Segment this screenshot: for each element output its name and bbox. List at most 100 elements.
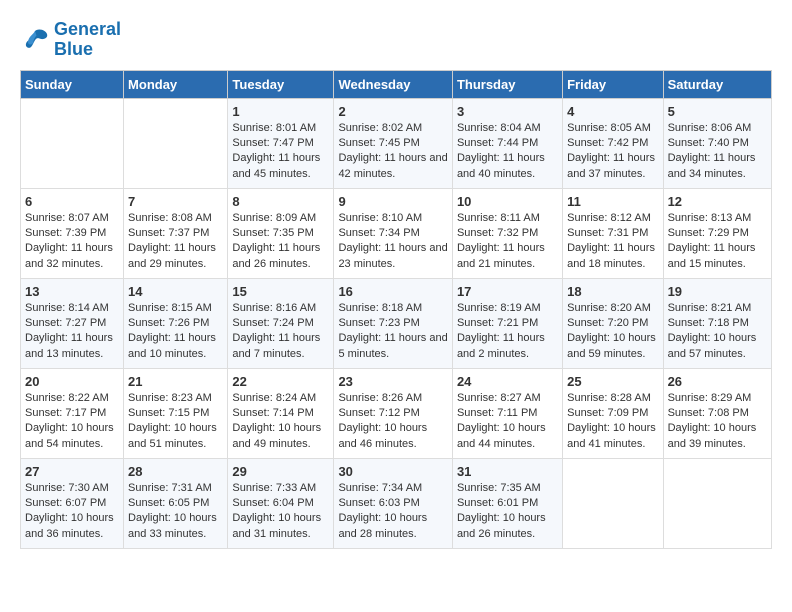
day-info-line: Sunrise: 8:21 AM <box>668 302 752 314</box>
calendar-cell: 15Sunrise: 8:16 AMSunset: 7:24 PMDayligh… <box>228 278 334 368</box>
day-info: Sunrise: 7:34 AMSunset: 6:03 PMDaylight:… <box>338 481 448 543</box>
day-number: 4 <box>567 104 658 119</box>
calendar-cell <box>21 98 124 188</box>
day-info-line: Daylight: 11 hours and 10 minutes. <box>128 332 216 359</box>
day-info-line: Sunset: 6:05 PM <box>128 497 209 509</box>
calendar-cell: 31Sunrise: 7:35 AMSunset: 6:01 PMDayligh… <box>452 458 562 548</box>
day-info: Sunrise: 8:23 AMSunset: 7:15 PMDaylight:… <box>128 391 223 453</box>
day-info-line: Daylight: 10 hours and 44 minutes. <box>457 422 546 449</box>
day-info: Sunrise: 8:29 AMSunset: 7:08 PMDaylight:… <box>668 391 767 453</box>
day-info-line: Sunrise: 8:12 AM <box>567 212 651 224</box>
day-info: Sunrise: 8:09 AMSunset: 7:35 PMDaylight:… <box>232 211 329 273</box>
day-info-line: Daylight: 10 hours and 39 minutes. <box>668 422 757 449</box>
day-number: 28 <box>128 464 223 479</box>
day-info-line: Sunset: 6:07 PM <box>25 497 106 509</box>
day-info: Sunrise: 8:21 AMSunset: 7:18 PMDaylight:… <box>668 301 767 363</box>
day-number: 3 <box>457 104 558 119</box>
calendar-cell: 10Sunrise: 8:11 AMSunset: 7:32 PMDayligh… <box>452 188 562 278</box>
day-info-line: Sunset: 7:40 PM <box>668 137 749 149</box>
calendar-cell: 12Sunrise: 8:13 AMSunset: 7:29 PMDayligh… <box>663 188 771 278</box>
day-info-line: Daylight: 10 hours and 33 minutes. <box>128 512 217 539</box>
day-info: Sunrise: 8:15 AMSunset: 7:26 PMDaylight:… <box>128 301 223 363</box>
day-info-line: Sunset: 7:39 PM <box>25 227 106 239</box>
day-info-line: Daylight: 11 hours and 34 minutes. <box>668 152 756 179</box>
day-info-line: Daylight: 11 hours and 23 minutes. <box>338 242 447 269</box>
day-info-line: Sunset: 7:09 PM <box>567 407 648 419</box>
day-info-line: Sunrise: 8:02 AM <box>338 122 422 134</box>
day-info-line: Daylight: 10 hours and 41 minutes. <box>567 422 656 449</box>
day-info: Sunrise: 8:12 AM Sunset: 7:31 PM Daylight:… <box>567 211 658 273</box>
day-info-line: Sunset: 7:23 PM <box>338 317 419 329</box>
day-header-friday: Friday <box>563 70 663 98</box>
day-info-line: Sunset: 6:01 PM <box>457 497 538 509</box>
day-info-line: Daylight: 11 hours and 18 minutes. <box>567 242 655 269</box>
day-info-line: Sunrise: 8:05 AM <box>567 122 651 134</box>
day-info-line: Sunset: 7:08 PM <box>668 407 749 419</box>
day-header-thursday: Thursday <box>452 70 562 98</box>
day-info-line: Sunset: 7:31 PM <box>567 227 648 239</box>
day-info-line: Sunset: 7:17 PM <box>25 407 106 419</box>
day-info: Sunrise: 8:18 AMSunset: 7:23 PMDaylight:… <box>338 301 448 363</box>
day-info-line: Daylight: 11 hours and 26 minutes. <box>232 242 320 269</box>
day-info-line: Daylight: 11 hours and 13 minutes. <box>25 332 113 359</box>
day-info-line: Sunset: 7:42 PM <box>567 137 648 149</box>
day-info-line: Sunrise: 8:11 AM <box>457 212 540 224</box>
day-number: 1 <box>232 104 329 119</box>
day-info-line: Sunrise: 8:23 AM <box>128 392 212 404</box>
day-info-line: Sunset: 7:29 PM <box>668 227 749 239</box>
day-number: 22 <box>232 374 329 389</box>
day-info: Sunrise: 8:19 AMSunset: 7:21 PMDaylight:… <box>457 301 558 363</box>
day-info-line: Sunrise: 8:10 AM <box>338 212 422 224</box>
day-number: 8 <box>232 194 329 209</box>
day-info-line: Daylight: 11 hours and 42 minutes. <box>338 152 447 179</box>
day-number: 11 <box>567 194 658 209</box>
calendar-cell: 4 Sunrise: 8:05 AM Sunset: 7:42 PM Daylight… <box>563 98 663 188</box>
calendar-cell <box>663 458 771 548</box>
day-info-line: Daylight: 10 hours and 57 minutes. <box>668 332 757 359</box>
logo-text: General Blue <box>54 20 121 60</box>
day-number: 20 <box>25 374 119 389</box>
day-info-line: Daylight: 11 hours and 37 minutes. <box>567 152 655 179</box>
day-info: Sunrise: 8:04 AMSunset: 7:44 PMDaylight:… <box>457 121 558 183</box>
day-info-line: Sunset: 7:45 PM <box>338 137 419 149</box>
day-info-line: Sunrise: 8:08 AM <box>128 212 212 224</box>
calendar-cell: 9Sunrise: 8:10 AMSunset: 7:34 PMDaylight… <box>334 188 453 278</box>
day-number: 7 <box>128 194 223 209</box>
calendar-cell: 1Sunrise: 8:01 AMSunset: 7:47 PMDaylight… <box>228 98 334 188</box>
calendar-cell: 29Sunrise: 7:33 AMSunset: 6:04 PMDayligh… <box>228 458 334 548</box>
day-info-line: Sunset: 7:12 PM <box>338 407 419 419</box>
day-number: 30 <box>338 464 448 479</box>
day-number: 24 <box>457 374 558 389</box>
calendar-cell: 25Sunrise: 8:28 AMSunset: 7:09 PMDayligh… <box>563 368 663 458</box>
day-info-line: Daylight: 11 hours and 29 minutes. <box>128 242 216 269</box>
calendar-cell: 30 Sunrise: 7:34 AMSunset: 6:03 PMDayligh… <box>334 458 453 548</box>
day-number: 14 <box>128 284 223 299</box>
day-info-line: Sunset: 7:14 PM <box>232 407 313 419</box>
calendar-cell: 17Sunrise: 8:19 AMSunset: 7:21 PMDayligh… <box>452 278 562 368</box>
day-info-line: Sunrise: 7:33 AM <box>232 482 316 494</box>
calendar-cell: 13Sunrise: 8:14 AMSunset: 7:27 PMDayligh… <box>21 278 124 368</box>
calendar-cell: 5Sunrise: 8:06 AMSunset: 7:40 PMDaylight… <box>663 98 771 188</box>
day-info-line: Sunrise: 8:28 AM <box>567 392 651 404</box>
day-info: Sunrise: 8:06 AMSunset: 7:40 PMDaylight:… <box>668 121 767 183</box>
calendar-cell: 23Sunrise: 8:26 AMSunset: 7:12 PMDayligh… <box>334 368 453 458</box>
day-info-line: Sunset: 7:32 PM <box>457 227 538 239</box>
day-info-line: Daylight: 11 hours and 2 minutes. <box>457 332 545 359</box>
day-info: Sunrise: 7:35 AMSunset: 6:01 PMDaylight:… <box>457 481 558 543</box>
logo: General Blue <box>20 20 121 60</box>
day-info-line: Sunset: 7:44 PM <box>457 137 538 149</box>
day-info-line: Sunrise: 8:15 AM <box>128 302 212 314</box>
day-info: Sunrise: 7:33 AMSunset: 6:04 PMDaylight:… <box>232 481 329 543</box>
calendar-week-row: 20Sunrise: 8:22 AMSunset: 7:17 PMDayligh… <box>21 368 772 458</box>
day-info-line: Sunset: 7:21 PM <box>457 317 538 329</box>
calendar-cell: 22Sunrise: 8:24 AMSunset: 7:14 PMDayligh… <box>228 368 334 458</box>
day-number: 21 <box>128 374 223 389</box>
day-info: Sunrise: 8:02 AM Sunset: 7:45 PM Daylight:… <box>338 121 448 183</box>
day-info: Sunrise: 8:27 AMSunset: 7:11 PMDaylight:… <box>457 391 558 453</box>
day-info-line: Sunset: 7:24 PM <box>232 317 313 329</box>
day-header-tuesday: Tuesday <box>228 70 334 98</box>
day-header-monday: Monday <box>124 70 228 98</box>
day-header-wednesday: Wednesday <box>334 70 453 98</box>
day-info-line: Sunrise: 8:14 AM <box>25 302 109 314</box>
calendar-cell: 24 Sunrise: 8:27 AMSunset: 7:11 PMDayligh… <box>452 368 562 458</box>
